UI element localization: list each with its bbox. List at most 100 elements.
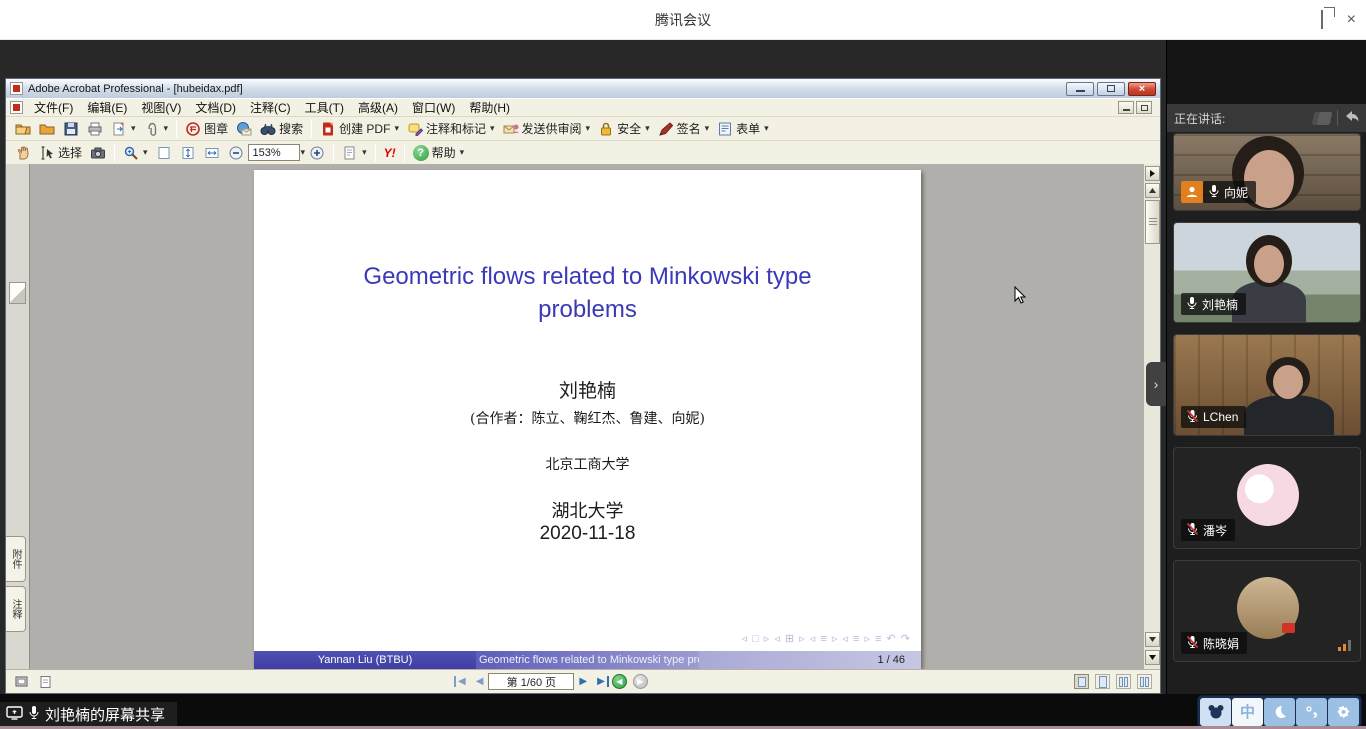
ime-language-mode-button[interactable]: 中 bbox=[1232, 698, 1263, 726]
single-page-layout-button[interactable] bbox=[1074, 674, 1089, 689]
forms-button[interactable]: 表单▾ bbox=[713, 118, 773, 139]
acrobat-close-button[interactable]: × bbox=[1128, 82, 1156, 96]
zoom-out-button[interactable] bbox=[224, 143, 248, 163]
acrobat-minimize-button[interactable] bbox=[1066, 82, 1094, 96]
snapshot-button[interactable] bbox=[86, 143, 110, 163]
document-restore-button[interactable] bbox=[1136, 101, 1152, 114]
acrobat-menubar: 文件(F) 编辑(E) 视图(V) 文档(D) 注释(C) 工具(T) 高级(A… bbox=[6, 98, 1160, 116]
previous-view-button[interactable]: ◀ bbox=[612, 674, 627, 689]
next-page-scroll-button[interactable] bbox=[1145, 650, 1160, 665]
zoom-tool-button[interactable]: ▾ bbox=[119, 143, 152, 163]
send-review-button[interactable]: 发送供审阅▾ bbox=[499, 118, 595, 139]
camera-icon bbox=[90, 145, 106, 161]
slide-footer-page: 1 / 46 bbox=[699, 651, 921, 669]
sidebar-collapse-handle[interactable]: › bbox=[1146, 362, 1166, 406]
security-button[interactable]: 安全▾ bbox=[594, 118, 654, 139]
email-button[interactable] bbox=[232, 119, 256, 139]
previous-page-button[interactable]: ◀ bbox=[471, 676, 489, 687]
participant-tile[interactable]: LChen bbox=[1173, 334, 1361, 436]
page-number-field[interactable]: 第 1/60 页 bbox=[488, 673, 574, 690]
create-pdf-button[interactable]: 创建 PDF▾ bbox=[316, 118, 403, 139]
acrobat-statusbar: ◀ ◀ 第 1/60 页 ▶ ▶ ◀ ▶ bbox=[6, 669, 1160, 693]
zoom-level-field[interactable]: 153% bbox=[248, 144, 300, 161]
menu-view[interactable]: 视图(V) bbox=[134, 98, 188, 117]
ime-logo-button[interactable] bbox=[1200, 698, 1231, 726]
menu-help[interactable]: 帮助(H) bbox=[462, 98, 517, 117]
menu-comments[interactable]: 注释(C) bbox=[243, 98, 298, 117]
comment-markup-button[interactable]: 注释和标记▾ bbox=[403, 118, 499, 139]
yahoo-toolbar-button[interactable]: Y! bbox=[380, 144, 400, 162]
continuous-facing-layout-button[interactable] bbox=[1116, 674, 1131, 689]
menu-window[interactable]: 窗口(W) bbox=[405, 98, 462, 117]
question-glyph: ? bbox=[417, 147, 424, 159]
scroll-up-button[interactable] bbox=[1145, 183, 1160, 198]
acrobat-restore-button[interactable] bbox=[1097, 82, 1125, 96]
participant-tile[interactable]: 陈晓娟 bbox=[1173, 560, 1361, 662]
dynamic-zoom-icon[interactable] bbox=[14, 674, 30, 690]
help-label: 帮助 bbox=[432, 144, 456, 161]
actual-size-button[interactable] bbox=[152, 143, 176, 163]
participant-tile[interactable]: 刘艳楠 bbox=[1173, 222, 1361, 323]
fit-page-button[interactable] bbox=[176, 143, 200, 163]
save-button[interactable] bbox=[59, 119, 83, 139]
menu-file[interactable]: 文件(F) bbox=[27, 98, 80, 117]
zoom-in-button[interactable] bbox=[305, 143, 329, 163]
first-page-button[interactable]: ◀ bbox=[454, 676, 471, 687]
restore-icon bbox=[1107, 85, 1115, 92]
ime-fullwidth-moon-button[interactable] bbox=[1264, 698, 1295, 726]
mic-muted-icon bbox=[1186, 409, 1199, 426]
document-icon bbox=[10, 101, 23, 114]
acrobat-window-title: Adobe Acrobat Professional - [hubeidax.p… bbox=[28, 83, 243, 95]
dropdown-icon: ▾ bbox=[586, 123, 591, 134]
restore-icon bbox=[1321, 10, 1323, 29]
page-size-icon[interactable] bbox=[38, 674, 54, 690]
participant-avatar bbox=[1237, 464, 1299, 526]
search-button[interactable]: 搜索 bbox=[256, 118, 307, 139]
last-page-button[interactable]: ▶ bbox=[592, 676, 609, 687]
participant-tile[interactable]: 潘岑 bbox=[1173, 447, 1361, 549]
next-view-button[interactable]: ▶ bbox=[633, 674, 648, 689]
acrobat-titlebar: Adobe Acrobat Professional - [hubeidax.p… bbox=[6, 79, 1160, 98]
forms-label: 表单 bbox=[736, 120, 760, 137]
ime-settings-gear-icon[interactable] bbox=[1328, 698, 1359, 726]
participant-tile[interactable]: 向妮 bbox=[1173, 133, 1361, 211]
stamp-button[interactable]: 图章 bbox=[181, 118, 232, 139]
zoom-in-icon bbox=[309, 145, 325, 161]
collapse-article-button[interactable] bbox=[1145, 166, 1160, 181]
page-display-button[interactable]: ▾ bbox=[338, 143, 371, 163]
beamer-navigation-symbols: ◃ □ ▹ ◃ ⊞ ▹ ◃ ≡ ▹ ◃ ≡ ▹ ≡ ↶ ↷ bbox=[741, 632, 911, 645]
continuous-layout-button[interactable] bbox=[1095, 674, 1110, 689]
organizer-button[interactable] bbox=[35, 119, 59, 139]
scrollbar-thumb[interactable] bbox=[1145, 200, 1160, 244]
document-minimize-button[interactable] bbox=[1118, 101, 1134, 114]
menu-document[interactable]: 文档(D) bbox=[188, 98, 243, 117]
pane-splitter-handle[interactable] bbox=[9, 282, 26, 304]
menu-edit[interactable]: 编辑(E) bbox=[80, 98, 134, 117]
divider bbox=[1337, 110, 1338, 126]
select-tool-button[interactable]: 选择 bbox=[35, 142, 86, 163]
tab-attachments[interactable]: 附件 bbox=[6, 536, 26, 582]
menu-advanced[interactable]: 高级(A) bbox=[351, 98, 405, 117]
attach-button[interactable]: ▾ bbox=[140, 119, 173, 139]
create-pdf-icon bbox=[320, 121, 336, 137]
scroll-down-button[interactable] bbox=[1145, 632, 1160, 647]
network-signal-icon bbox=[1338, 640, 1351, 651]
back-arrow-icon[interactable] bbox=[1344, 110, 1360, 127]
facing-layout-button[interactable] bbox=[1137, 674, 1152, 689]
tab-comments[interactable]: 注释 bbox=[6, 586, 26, 632]
restore-button[interactable] bbox=[1321, 11, 1323, 29]
close-button[interactable]: × bbox=[1347, 12, 1356, 28]
export-button[interactable]: ▾ bbox=[107, 119, 140, 139]
next-page-button[interactable]: ▶ bbox=[574, 676, 592, 687]
sign-button[interactable]: 签名▾ bbox=[654, 118, 714, 139]
ime-punctuation-button[interactable] bbox=[1296, 698, 1327, 726]
meeting-logo-icon bbox=[1313, 112, 1331, 125]
help-button[interactable]: ?帮助▾ bbox=[409, 142, 469, 163]
page-display-icon bbox=[342, 145, 358, 161]
vertical-scrollbar[interactable] bbox=[1143, 164, 1160, 669]
print-button[interactable] bbox=[83, 119, 107, 139]
hand-tool-button[interactable] bbox=[11, 143, 35, 163]
menu-tools[interactable]: 工具(T) bbox=[298, 98, 351, 117]
open-button[interactable] bbox=[11, 119, 35, 139]
fit-width-button[interactable] bbox=[200, 143, 224, 163]
